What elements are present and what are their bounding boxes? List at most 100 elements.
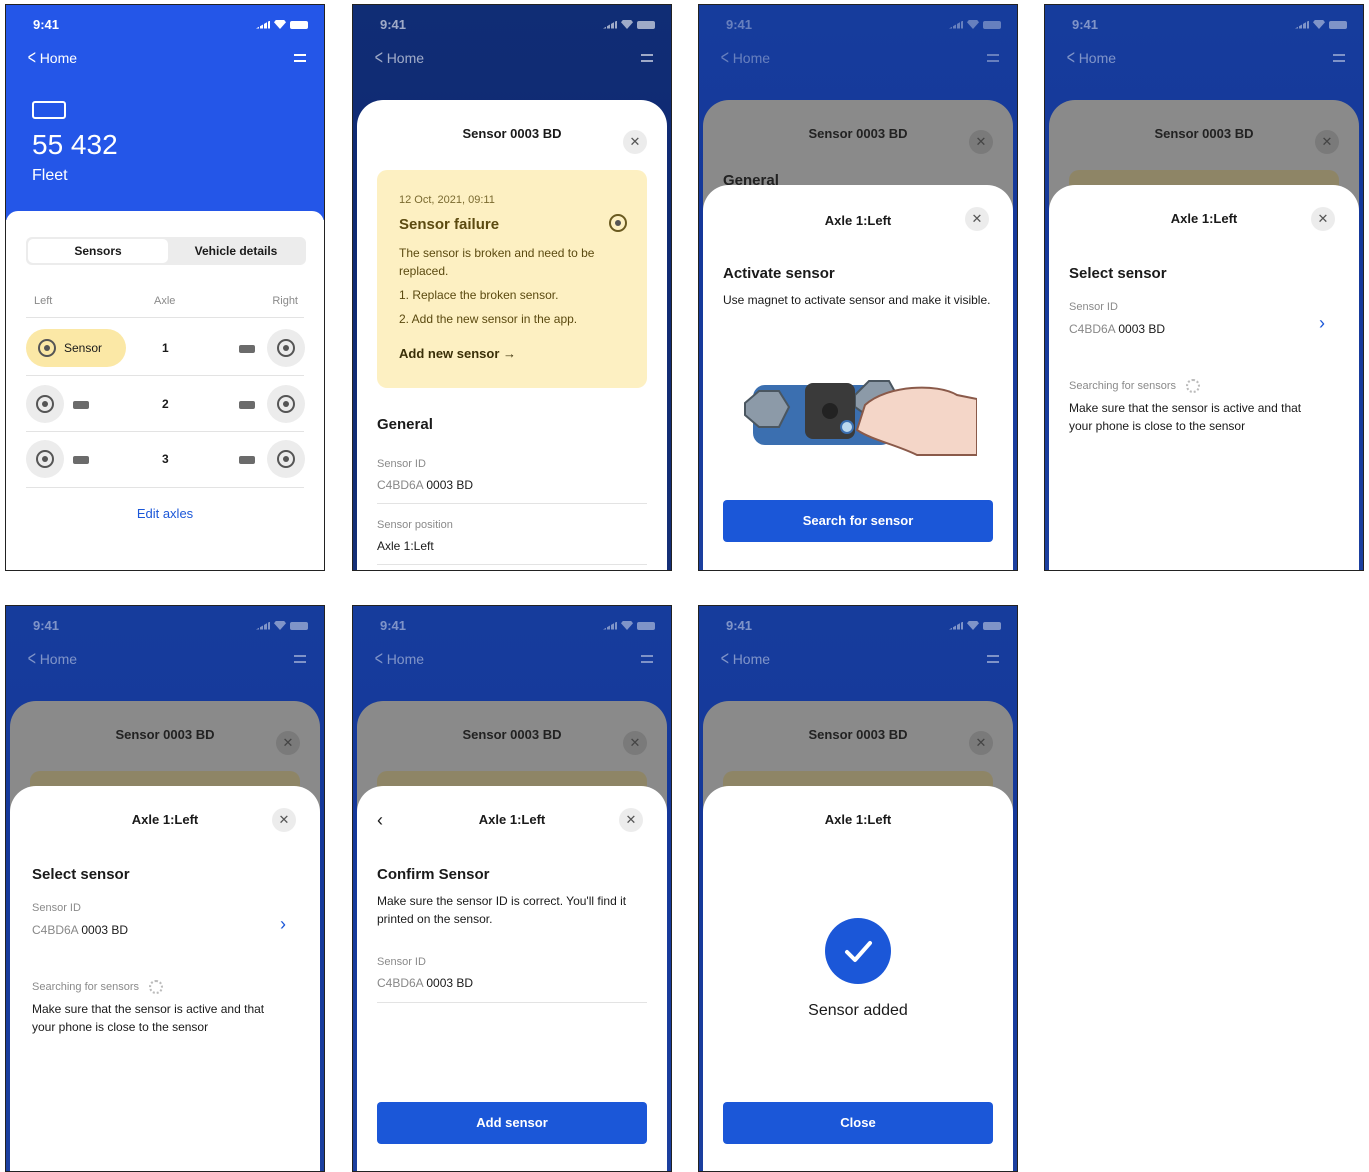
divider [26,431,304,432]
confirm-body: Make sure the sensor ID is correct. You'… [377,894,627,926]
close-icon: ✕ [969,130,993,154]
searching-hint: Make sure that the sensor is active and … [32,1002,265,1034]
success-message: Sensor added [808,1002,908,1019]
screen-sensor-detail: 9:41 < Home Sensor 0003 BD ✕ 12 Oct, 2021… [352,4,672,571]
chevron-left-icon: < [720,47,729,69]
behind-sheet-title: Sensor 0003 BD [462,727,562,742]
add-new-sensor-link[interactable]: Add new sensor → [399,346,516,361]
tyre-axle-3-right[interactable] [267,440,305,478]
signal-icon [949,20,963,29]
status-bar: 9:41 [699,15,1017,33]
battery-icon [983,20,1001,29]
back-label: Home [386,651,425,667]
divider [26,487,304,488]
sensor-chip-axle-1-left[interactable]: Sensor [26,329,126,367]
status-time: 9:41 [1072,17,1099,32]
sensor-id-prefix: C4BD6A [377,478,424,492]
status-time: 9:41 [33,618,60,633]
screen-activate-sensor: 9:41 < Home Sensor 0003 BD ✕ General Axle… [698,4,1018,571]
searching-row: Searching for sensors [1069,379,1200,393]
sensor-id-label: Sensor ID [377,956,426,968]
status-time: 9:41 [726,618,753,633]
battery-icon [73,456,89,464]
searching-row: Searching for sensors [32,980,163,994]
back-label: Home [39,651,78,667]
sensor-icon [36,450,54,468]
battery-icon [983,621,1001,630]
status-time: 9:41 [726,17,753,32]
sensor-id-prefix: C4BD6A [1069,322,1116,336]
battery-icon [239,456,255,464]
menu-icon [987,54,999,62]
close-icon[interactable]: ✕ [965,207,989,231]
failure-alert: 12 Oct, 2021, 09:11 Sensor failure The s… [377,170,647,388]
signal-icon [256,621,270,630]
back-button: < Home [719,649,771,669]
close-icon[interactable]: ✕ [619,808,643,832]
sensor-id-value: C4BD6A 0003 BD [1069,322,1165,336]
back-button: < Home [1065,48,1116,68]
back-label: Home [386,50,425,66]
close-icon[interactable]: ✕ [623,130,647,154]
select-sensor-heading: Select sensor [1069,265,1167,282]
status-time: 9:41 [380,17,407,32]
alert-step-2: 2. Add the new sensor in the app. [399,312,578,326]
search-for-sensor-button[interactable]: Search for sensor [723,500,993,542]
sensor-id-value: C4BD6A 0003 BD [377,976,473,990]
status-bar: 9:41 [1045,15,1363,33]
screen-sensor-added: 9:41 < Home Sensor 0003 BD ✕ Axle 1:Left … [698,605,1018,1172]
status-time: 9:41 [380,618,407,633]
tyre-axle-1-right[interactable] [267,329,305,367]
column-right: Right [272,295,298,307]
add-sensor-button[interactable]: Add sensor [377,1102,647,1144]
signal-icon [603,621,617,630]
confirm-sheet: ‹ Axle 1:Left ✕ Confirm Sensor Make sure… [357,786,667,1171]
tab-bar: Sensors Vehicle details [26,237,306,265]
back-button[interactable]: < Home [26,47,77,69]
activate-body: Use magnet to activate sensor and make i… [723,293,991,307]
sensor-id-label: Sensor ID [1069,301,1118,313]
tyre-axle-2-left[interactable] [26,385,64,423]
tab-sensors[interactable]: Sensors [28,239,168,263]
tab-vehicle-details[interactable]: Vehicle details [168,239,304,263]
edit-axles-link[interactable]: Edit axles [6,506,324,521]
close-icon: ✕ [276,731,300,755]
chevron-left-icon: < [27,648,36,670]
screen-select-sensor-2: 9:41 < Home Sensor 0003 BD ✕ Axle 1:Left … [5,605,325,1172]
alert-title: Sensor failure [399,216,500,233]
close-icon[interactable]: ✕ [272,808,296,832]
chevron-left-icon: < [27,47,36,69]
behind-sheet-title: Sensor 0003 BD [115,727,215,742]
sensor-id-suffix: 0003 BD [426,478,474,492]
tyre-axle-2-right[interactable] [267,385,305,423]
back-label: Home [732,651,771,667]
status-bar: 9:41 [6,616,324,634]
sensor-id-prefix: C4BD6A [377,976,424,990]
close-icon[interactable]: ✕ [1311,207,1335,231]
axle-number-1: 1 [162,341,169,355]
vehicle-number: 55 432 [32,129,118,160]
close-button[interactable]: Close [723,1102,993,1144]
screen-select-sensor: 9:41 < Home Sensor 0003 BD ✕ Axle 1:Left … [1044,4,1364,571]
status-bar: 9:41 [353,15,671,33]
tyre-axle-3-left[interactable] [26,440,64,478]
battery-icon [239,345,255,353]
nav-bar: < Home [373,649,653,670]
status-bar: 9:41 [699,616,1017,634]
sensor-icon [277,339,295,357]
signal-icon [603,20,617,29]
wifi-icon [1313,20,1325,29]
column-axle: Axle [154,295,176,307]
wifi-icon [274,621,286,630]
menu-icon[interactable] [294,54,306,62]
spinner-icon [149,980,163,994]
success-sheet: Axle 1:Left Sensor added Close [703,786,1013,1171]
screen-fleet-vehicle: 9:41 < Home 55 432 Fleet Sensors Vehicle … [5,4,325,571]
sensor-id-suffix: 0003 BD [426,976,474,990]
nav-bar: < Home [26,648,306,670]
close-icon: ✕ [623,731,647,755]
sensor-id-value: C4BD6A 0003 BD [32,923,128,937]
chevron-left-icon: < [374,47,383,69]
menu-icon [641,54,653,62]
truck-icon [32,101,66,119]
